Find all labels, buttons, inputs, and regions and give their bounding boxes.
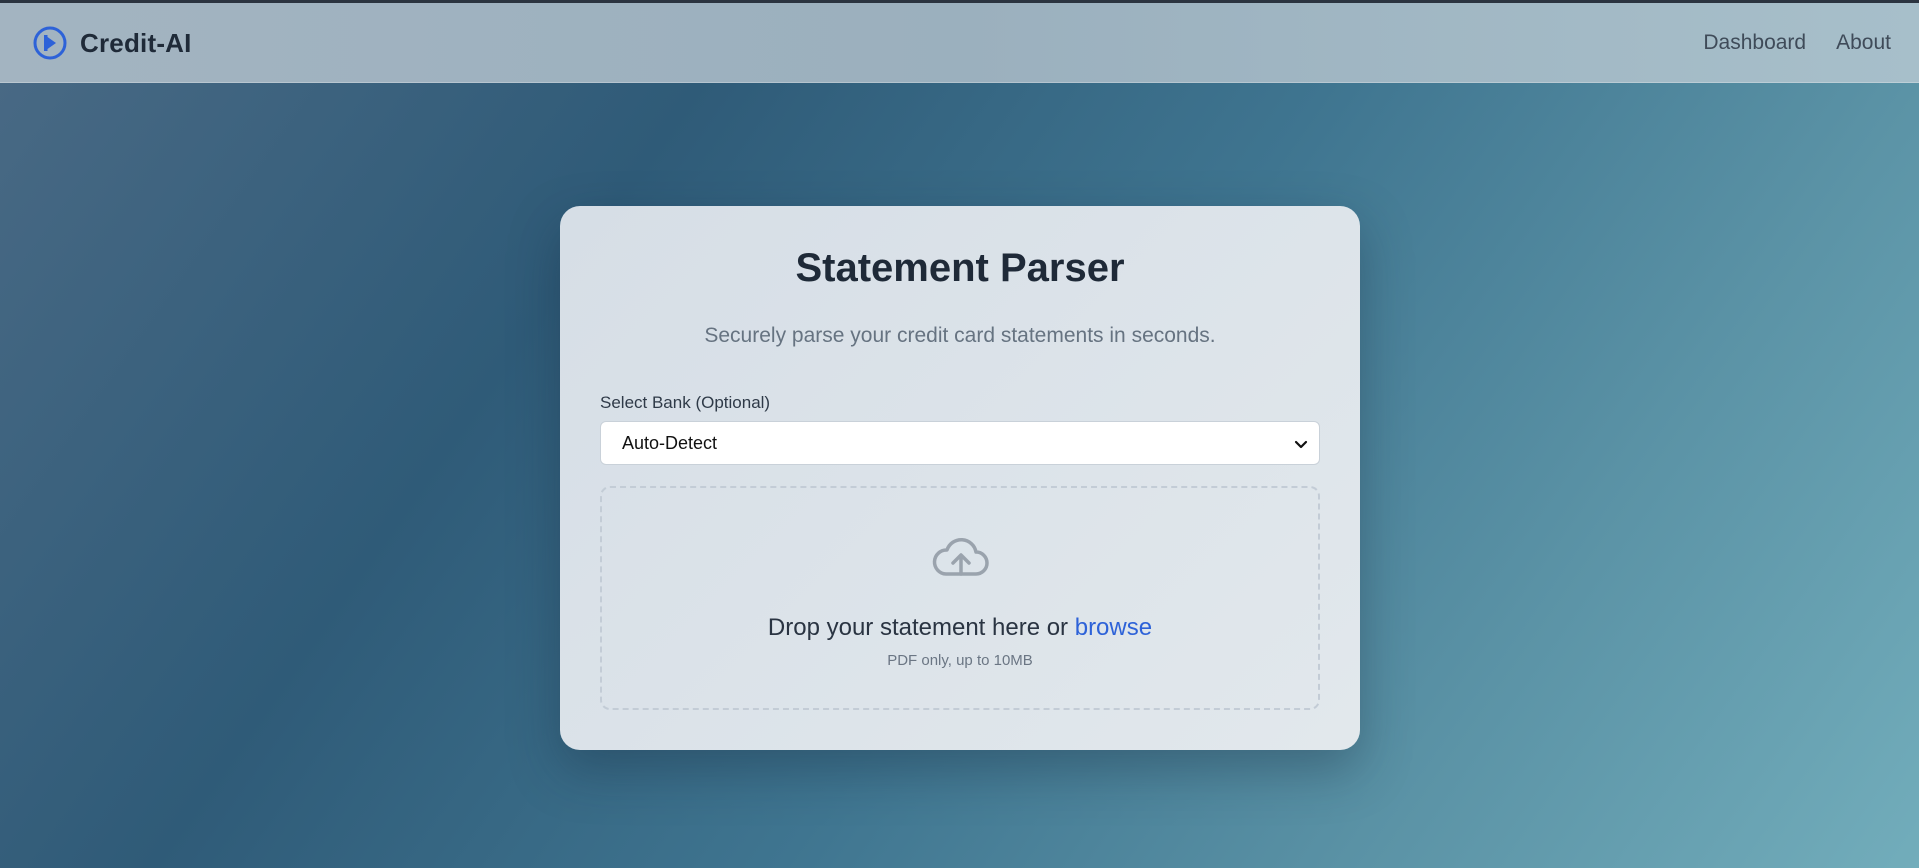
dropzone-prompt: Drop your statement here or [767, 614, 1075, 641]
nav-links: Dashboard About [1703, 31, 1891, 55]
chevron-down-icon [1294, 440, 1308, 449]
brand[interactable]: Credit-AI [32, 25, 192, 61]
brand-name: Credit-AI [80, 27, 192, 58]
navbar: Credit-AI Dashboard About [0, 3, 1919, 83]
brand-logo-icon [33, 26, 67, 60]
parser-card: Statement Parser Securely parse your cre… [560, 206, 1360, 750]
dropzone-text: Drop your statement here or browse [602, 614, 1318, 642]
page-title: Statement Parser [795, 246, 1125, 290]
cloud-upload-icon [932, 537, 989, 576]
bank-select[interactable]: Auto-Detect [600, 421, 1320, 465]
nav-link-dashboard[interactable]: Dashboard [1703, 31, 1806, 55]
dropzone-hint: PDF only, up to 10MB [887, 652, 1033, 669]
browse-link[interactable]: browse [1075, 614, 1152, 641]
bank-select-label: Select Bank (Optional) [600, 393, 771, 412]
nav-link-about[interactable]: About [1836, 31, 1891, 55]
page-subtitle: Securely parse your credit card statemen… [704, 324, 1216, 347]
bank-select-value: Auto-Detect [622, 432, 718, 453]
file-dropzone[interactable]: Drop your statement here or browse PDF o… [600, 486, 1320, 710]
